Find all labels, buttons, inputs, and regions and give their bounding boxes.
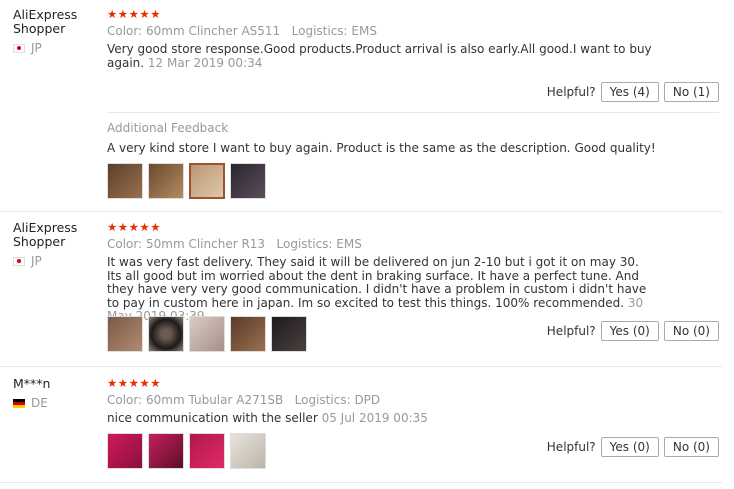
reviewer-name: M***n (13, 376, 51, 391)
review-photo[interactable] (148, 433, 184, 469)
review-photo[interactable] (189, 316, 225, 352)
helpful-yes-button[interactable]: Yes (0) (600, 437, 659, 457)
helpful-votes: Helpful? Yes (4) No (1) (547, 82, 719, 102)
divider (107, 112, 719, 113)
review-separator (0, 366, 722, 367)
country-code: DE (31, 396, 48, 410)
logistics-value: DPD (354, 393, 381, 407)
reviewer-country: DE (13, 396, 98, 410)
helpful-votes: Helpful? Yes (0) No (0) (547, 437, 719, 457)
review-photo[interactable] (148, 163, 184, 199)
reviewer-info: M***n DE (13, 377, 98, 410)
review-text: nice communication with the seller 05 Ju… (107, 411, 652, 426)
review-date: 05 Jul 2019 00:35 (321, 411, 428, 425)
reviewer-country: JP (13, 41, 98, 55)
review-date: 12 Mar 2019 00:34 (147, 55, 263, 70)
additional-feedback-title: Additional Feedback (107, 121, 229, 135)
review-content: ★★★★★ Color: 50mm Clincher R13 Logistics… (107, 221, 719, 324)
review-photo[interactable] (107, 163, 143, 199)
star-rating: ★★★★★ (107, 7, 162, 21)
review-photo[interactable] (148, 316, 184, 352)
reviewer-name: AliExpress Shopper (13, 220, 78, 249)
color-value: 50mm Clincher R13 (146, 237, 266, 251)
review-photos (107, 163, 266, 199)
helpful-label: Helpful? (546, 440, 596, 454)
reviewer-name: AliExpress Shopper (13, 7, 78, 36)
japan-flag-icon (13, 43, 25, 53)
helpful-yes-button[interactable]: Yes (0) (600, 321, 659, 341)
review-content: ★★★★★ Color: 60mm Tubular A271SB Logisti… (107, 377, 719, 426)
color-value: 60mm Clincher AS511 (146, 24, 281, 38)
review-photo[interactable] (189, 163, 225, 199)
helpful-label: Helpful? (546, 85, 596, 99)
review-body: nice communication with the seller (107, 411, 318, 425)
germany-flag-icon (13, 398, 25, 408)
review-photo[interactable] (189, 433, 225, 469)
logistics-value: EMS (336, 237, 362, 251)
color-label: Color: (107, 237, 143, 251)
helpful-yes-button[interactable]: Yes (4) (600, 82, 659, 102)
country-code: JP (31, 254, 42, 268)
review-body: It was very fast delivery. They said it … (107, 255, 647, 310)
logistics-label: Logistics: (294, 393, 351, 407)
review-photo[interactable] (107, 433, 143, 469)
review-photos (107, 316, 307, 352)
color-label: Color: (107, 393, 143, 407)
review-photos (107, 433, 266, 469)
star-rating: ★★★★★ (107, 220, 162, 234)
japan-flag-icon (13, 256, 25, 266)
helpful-no-button[interactable]: No (0) (663, 321, 719, 341)
order-info: Color: 60mm Clincher AS511 Logistics: EM… (107, 24, 719, 39)
helpful-no-button[interactable]: No (1) (663, 82, 719, 102)
reviewer-info: AliExpress Shopper JP (13, 8, 98, 55)
review-photo[interactable] (230, 316, 266, 352)
star-rating: ★★★★★ (107, 376, 162, 390)
color-value: 60mm Tubular A271SB (146, 393, 284, 407)
logistics-label: Logistics: (276, 237, 333, 251)
review-content: ★★★★★ Color: 60mm Clincher AS511 Logisti… (107, 8, 719, 70)
logistics-value: EMS (351, 24, 377, 38)
order-info: Color: 60mm Tubular A271SB Logistics: DP… (107, 393, 719, 408)
review-text: It was very fast delivery. They said it … (107, 255, 652, 324)
reviewer-country: JP (13, 254, 98, 268)
helpful-no-button[interactable]: No (0) (663, 437, 719, 457)
review-photo[interactable] (107, 316, 143, 352)
review-photo[interactable] (230, 433, 266, 469)
review-photo[interactable] (230, 163, 266, 199)
country-code: JP (31, 41, 42, 55)
additional-feedback-text: A very kind store I want to buy again. P… (107, 141, 656, 155)
reviewer-info: AliExpress Shopper JP (13, 221, 98, 268)
logistics-label: Logistics: (291, 24, 348, 38)
order-info: Color: 50mm Clincher R13 Logistics: EMS (107, 237, 719, 252)
review-text: Very good store response.Good products.P… (107, 42, 652, 70)
review-photo[interactable] (271, 316, 307, 352)
review-separator (0, 211, 722, 212)
review-separator (0, 482, 722, 483)
helpful-votes: Helpful? Yes (0) No (0) (547, 321, 719, 341)
helpful-label: Helpful? (546, 324, 596, 338)
color-label: Color: (107, 24, 143, 38)
